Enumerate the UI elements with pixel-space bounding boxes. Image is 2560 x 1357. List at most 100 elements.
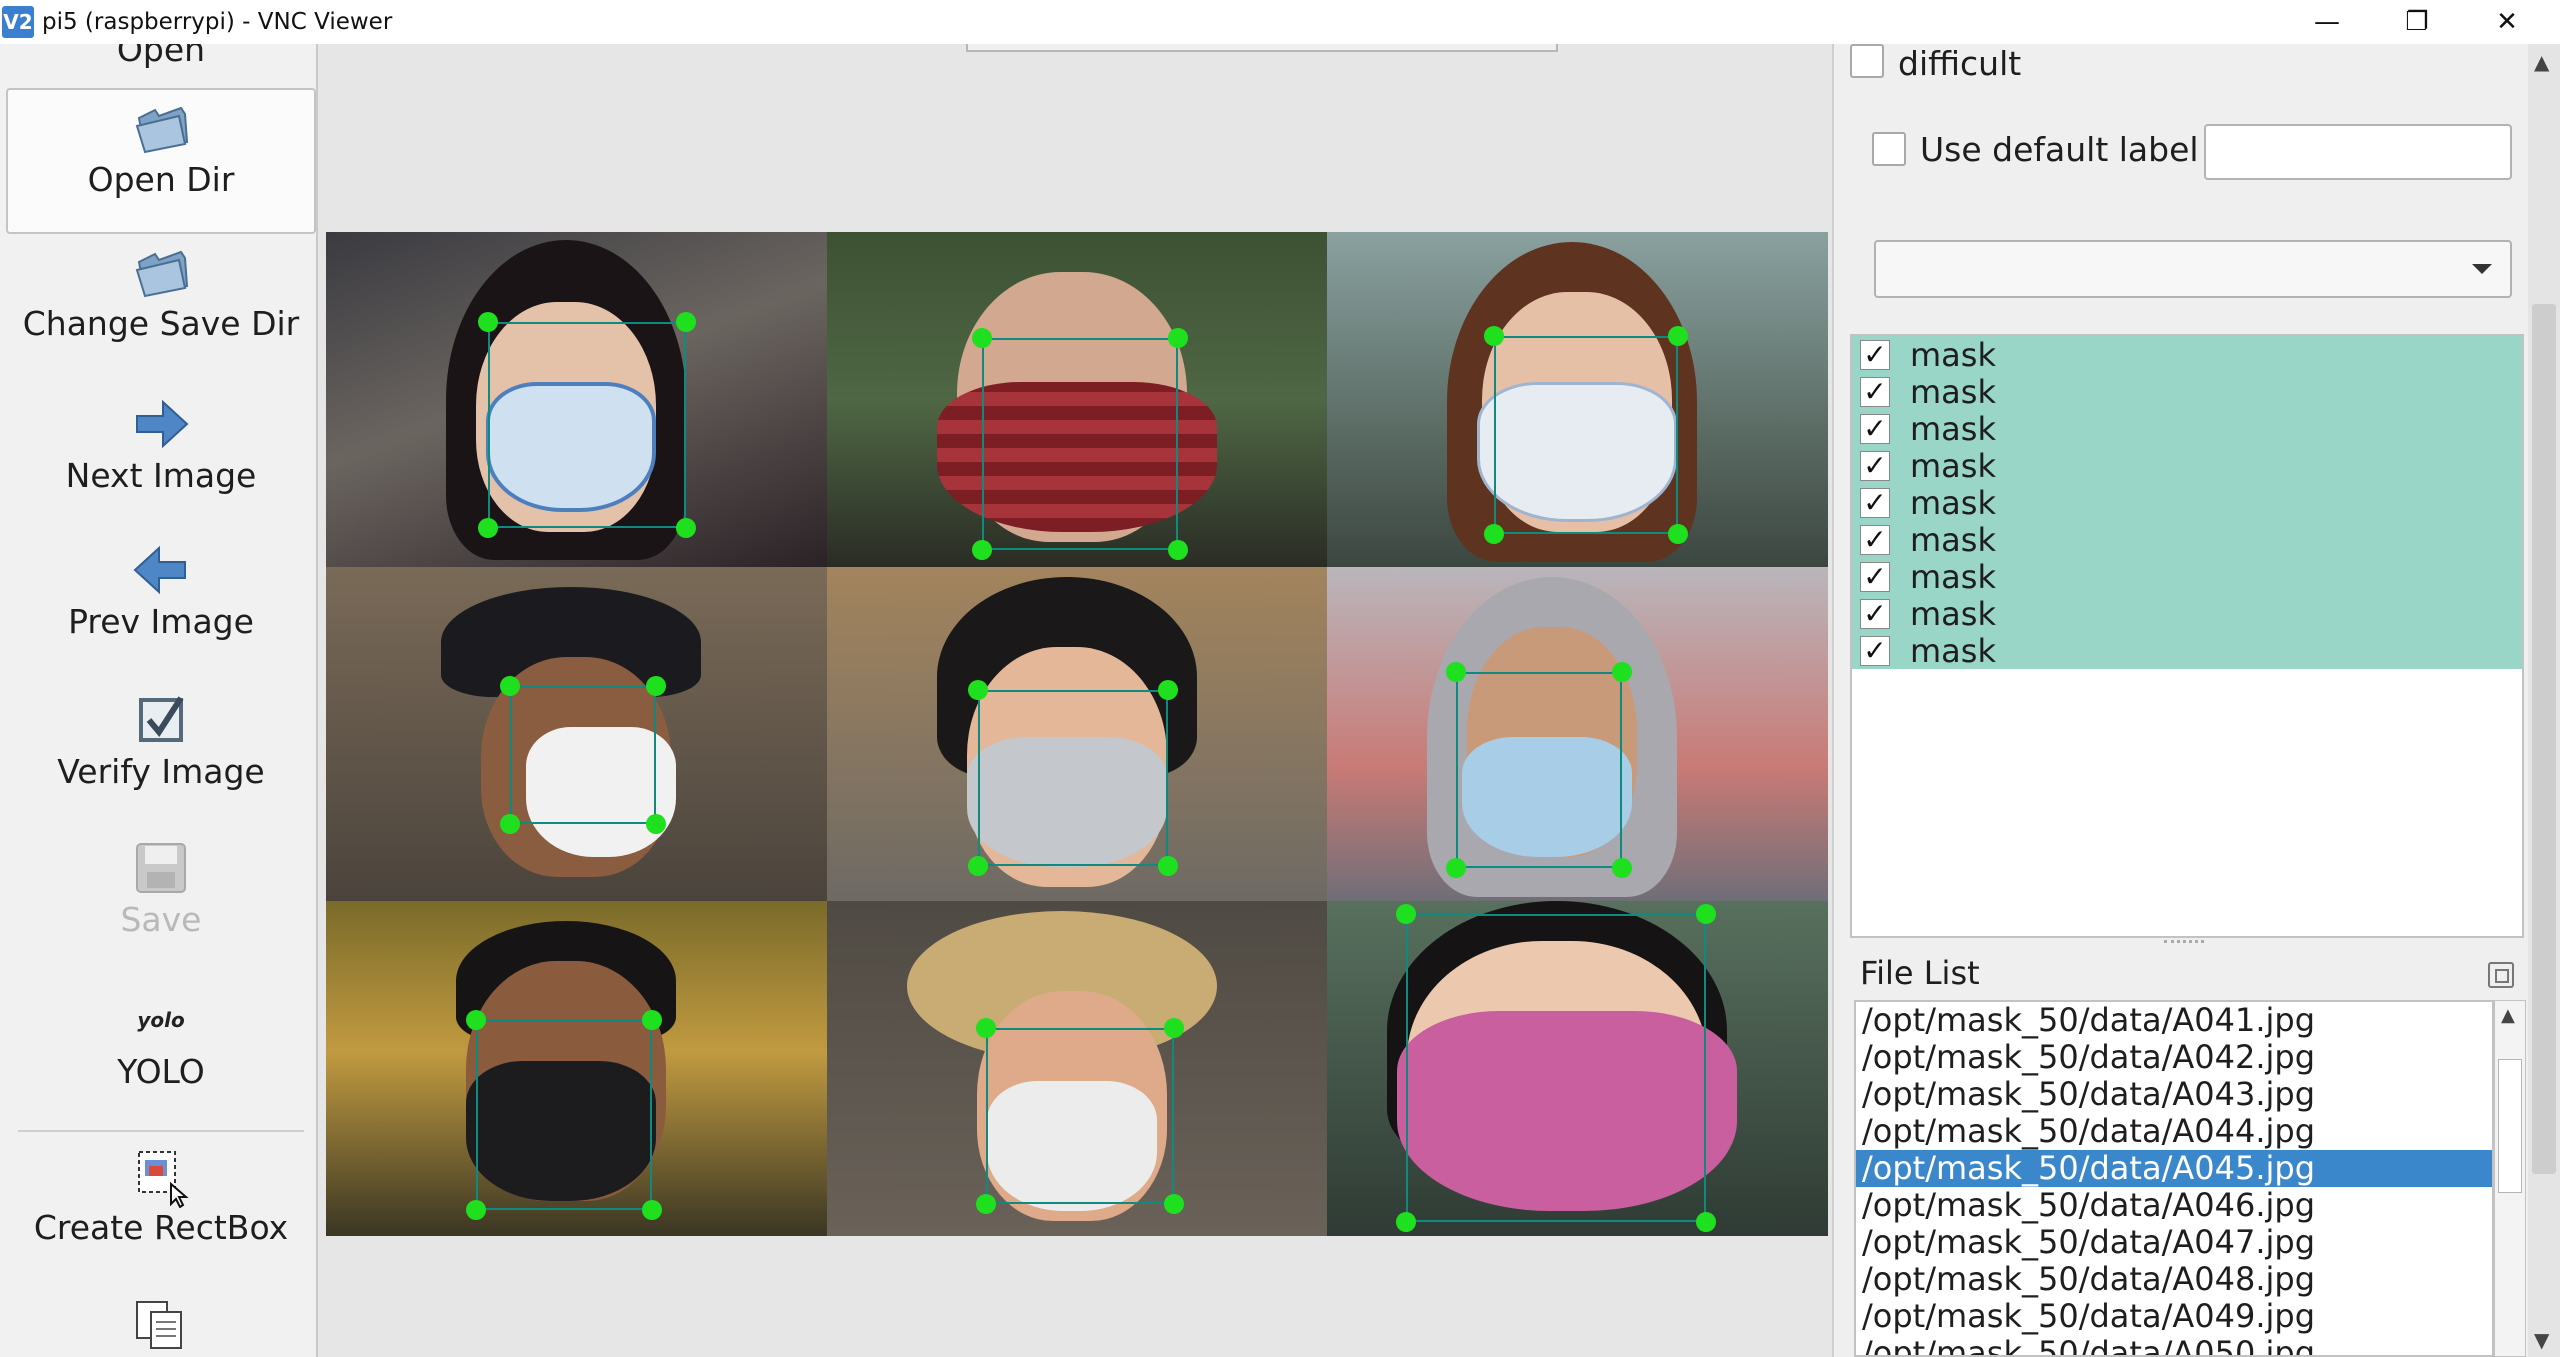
window-title: pi5 (raspberrypi) - VNC Viewer — [42, 9, 393, 35]
yolo-icon: yolo — [137, 1008, 185, 1032]
label-list-item[interactable]: ✓ mask — [1852, 557, 2522, 596]
label-list-item[interactable]: ✓ mask — [1852, 410, 2522, 448]
scrollbar-thumb[interactable] — [2532, 304, 2556, 1174]
label-list-item[interactable]: ✓ mask — [1852, 521, 2522, 559]
mask-shape — [936, 382, 1217, 532]
face-photo — [826, 566, 1328, 902]
file-list-item[interactable]: /opt/mask_50/data/A047.jpg — [1856, 1224, 2492, 1261]
mask-shape — [526, 726, 676, 857]
verify-image-button[interactable]: Verify Image — [6, 688, 316, 791]
file-list-item[interactable]: /opt/mask_50/data/A042.jpg — [1856, 1039, 2492, 1076]
face-photo — [326, 232, 827, 567]
file-list-item[interactable]: /opt/mask_50/data/A043.jpg — [1856, 1076, 2492, 1113]
change-save-dir-label: Change Save Dir — [22, 304, 300, 343]
arrow-left-icon — [133, 545, 186, 595]
label-checkbox[interactable]: ✓ — [1860, 450, 1890, 481]
mask-shape — [486, 382, 656, 512]
yolo-label: YOLO — [117, 1052, 205, 1091]
box-labels-panel: difficult Use default label ✓ mask ✓ mask … — [1832, 44, 2560, 1357]
chevron-down-icon — [2472, 264, 2492, 274]
file-list-scrollbar[interactable]: ▲ — [2494, 1000, 2526, 1357]
file-list-item[interactable]: /opt/mask_50/data/A050.jpg — [1856, 1335, 2492, 1356]
folder-icon — [135, 106, 189, 154]
file-list-item[interactable]: /opt/mask_50/data/A049.jpg — [1856, 1298, 2492, 1335]
label-text: mask — [1910, 557, 1996, 596]
label-text: mask — [1910, 594, 1996, 633]
label-text: mask — [1910, 483, 1996, 522]
restore-button[interactable]: ❐ — [2372, 0, 2462, 44]
label-checkbox[interactable]: ✓ — [1860, 598, 1890, 629]
tools-toolbar: Open Open Dir Change Save Dir Next Image… — [0, 44, 318, 1357]
difficult-label: difficult — [1898, 44, 2022, 83]
vnc-app-icon: V2 — [2, 6, 34, 38]
file-list-item[interactable]: /opt/mask_50/data/A046.jpg — [1856, 1187, 2492, 1224]
open-button[interactable]: Open — [6, 44, 316, 70]
scroll-up-arrow-icon[interactable]: ▲ — [2501, 1005, 2515, 1026]
label-list-item[interactable]: ✓ mask — [1852, 483, 2522, 522]
label-text: mask — [1910, 631, 1996, 670]
title-bar: V2 pi5 (raspberrypi) - VNC Viewer — ❐ ✕ — [0, 0, 2560, 44]
panel-splitter-handle[interactable] — [2164, 940, 2204, 946]
file-list-item-selected[interactable]: /opt/mask_50/data/A045.jpg — [1856, 1150, 2492, 1187]
use-default-label-checkbox[interactable] — [1872, 132, 1906, 166]
label-filter-combobox[interactable] — [1874, 240, 2512, 298]
label-checkbox[interactable]: ✓ — [1860, 524, 1890, 555]
duplicate-rectbox-button[interactable] — [6, 1294, 316, 1357]
mask-shape — [1462, 736, 1633, 857]
dock-scrollbar[interactable]: ▲ ▼ — [2528, 44, 2560, 1357]
open-dir-button[interactable]: Open Dir — [6, 88, 316, 234]
label-checkbox[interactable]: ✓ — [1860, 339, 1890, 370]
annotation-canvas[interactable] — [318, 44, 1832, 1357]
change-save-dir-button[interactable]: Change Save Dir — [6, 240, 316, 343]
default-label-input[interactable] — [2204, 124, 2512, 180]
label-text: mask — [1910, 335, 1996, 374]
label-checkbox[interactable]: ✓ — [1860, 635, 1890, 666]
copy-icon — [136, 1301, 182, 1349]
prev-image-button[interactable]: Prev Image — [6, 538, 316, 641]
create-rectbox-icon — [138, 1151, 189, 1208]
label-list[interactable]: ✓ mask ✓ mask ✓ mask ✓ mask ✓ mask ✓ mask ✓ mas… — [1850, 334, 2524, 938]
yolo-format-button[interactable]: yolo YOLO — [6, 988, 316, 1091]
mask-shape — [466, 1061, 656, 1202]
label-list-item[interactable]: ✓ mask — [1852, 631, 2522, 670]
file-list-title: File List — [1860, 954, 1980, 992]
minimize-button[interactable]: — — [2282, 0, 2372, 44]
face-photo — [1327, 901, 1828, 1236]
mask-shape — [1397, 1011, 1738, 1212]
folder-icon — [135, 250, 189, 298]
open-label: Open — [116, 44, 206, 69]
save-label: Save — [120, 900, 202, 939]
face-photo — [326, 566, 827, 902]
label-list-item[interactable]: ✓ mask — [1852, 335, 2522, 374]
label-checkbox[interactable]: ✓ — [1860, 413, 1890, 444]
face-photo — [1327, 566, 1828, 902]
label-checkbox[interactable]: ✓ — [1860, 487, 1890, 518]
face-photo — [826, 232, 1328, 567]
save-button[interactable]: Save — [6, 836, 316, 939]
label-list-item[interactable]: ✓ mask — [1852, 446, 2522, 485]
create-rectbox-button[interactable]: Create RectBox — [6, 1144, 316, 1247]
label-text: mask — [1910, 372, 1996, 411]
label-list-item[interactable]: ✓ mask — [1852, 594, 2522, 633]
checkbox-checked-icon — [139, 696, 184, 742]
face-photo — [326, 901, 827, 1236]
file-list-item[interactable]: /opt/mask_50/data/A041.jpg — [1856, 1002, 2492, 1039]
use-default-label-text: Use default label — [1920, 130, 2199, 169]
undock-panel-icon[interactable] — [2488, 962, 2514, 988]
scrollbar-thumb[interactable] — [2498, 1059, 2522, 1193]
prev-image-label: Prev Image — [68, 602, 254, 641]
difficult-checkbox[interactable] — [1850, 44, 1884, 78]
label-text: mask — [1910, 446, 1996, 485]
label-list-item[interactable]: ✓ mask — [1852, 372, 2522, 411]
scroll-down-arrow-icon[interactable]: ▼ — [2534, 1328, 2549, 1352]
scroll-up-arrow-icon[interactable]: ▲ — [2534, 50, 2549, 74]
label-checkbox[interactable]: ✓ — [1860, 376, 1890, 407]
zoom-slider[interactable] — [966, 44, 1558, 52]
close-button[interactable]: ✕ — [2462, 0, 2552, 44]
file-list-item[interactable]: /opt/mask_50/data/A048.jpg — [1856, 1261, 2492, 1298]
label-checkbox[interactable]: ✓ — [1860, 561, 1890, 592]
image-being-labeled[interactable] — [326, 232, 1828, 1236]
next-image-button[interactable]: Next Image — [6, 392, 316, 495]
file-list[interactable]: /opt/mask_50/data/A041.jpg /opt/mask_50/… — [1854, 1000, 2494, 1357]
file-list-item[interactable]: /opt/mask_50/data/A044.jpg — [1856, 1113, 2492, 1150]
